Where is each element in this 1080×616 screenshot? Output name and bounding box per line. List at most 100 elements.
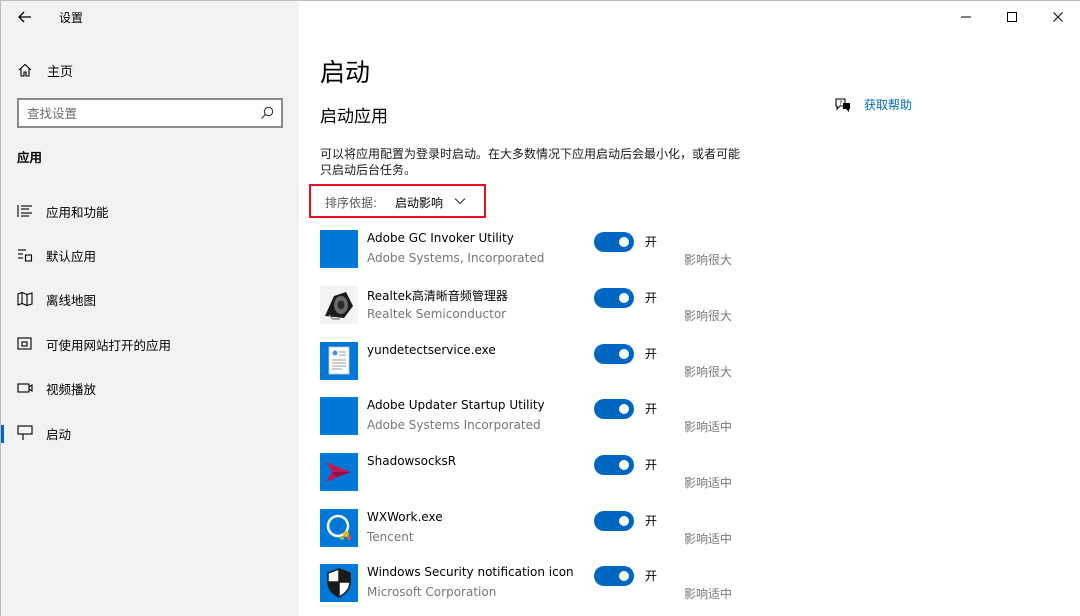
app-name: Adobe GC Invoker Utility [367, 231, 514, 245]
apps-features-icon [17, 205, 32, 217]
sort-dropdown[interactable]: 排序依据: 启动影响 [309, 184, 486, 218]
sidebar-item-label: 离线地图 [46, 293, 97, 308]
toggle-knob [619, 349, 629, 359]
close-button[interactable] [1035, 1, 1080, 33]
blank-tile-icon [320, 397, 358, 435]
startup-toggle[interactable] [594, 566, 634, 586]
toggle-knob [619, 516, 629, 526]
sidebar-item-label: 启动 [46, 427, 72, 442]
startup-impact: 影响适中 [684, 420, 733, 434]
back-button[interactable] [15, 7, 35, 27]
toggle-state: 开 [645, 569, 658, 583]
get-help-label: 获取帮助 [864, 98, 913, 112]
app-name: Realtek高清晰音频管理器 [367, 289, 508, 303]
sidebar-home-label: 主页 [47, 64, 74, 80]
sidebar-item-label: 应用和功能 [46, 205, 109, 220]
toggle-state: 开 [645, 458, 658, 472]
list-item: ShadowsocksR 开 影响适中 [320, 453, 760, 493]
settings-window: 设置 主页 应用 应用和功能 [0, 0, 1080, 616]
shield-icon [320, 564, 358, 602]
selected-indicator [1, 425, 4, 443]
list-item: yundetectservice.exe 开 影响很大 [320, 342, 760, 382]
toggle-state: 开 [645, 514, 658, 528]
startup-impact: 影响很大 [684, 253, 733, 267]
sidebar-item-apps-for-websites[interactable]: 可使用网站打开的应用 [1, 324, 299, 364]
description-text: 可以将应用配置为登录时启动。在大多数情况下应用启动后会最小化，或者可能只启动后台… [320, 147, 741, 177]
home-icon [18, 63, 32, 77]
startup-toggle[interactable] [594, 455, 634, 475]
get-help-link[interactable]: ? 获取帮助 [834, 96, 912, 113]
toggle-state: 开 [645, 347, 658, 361]
list-item: Realtek高清晰音频管理器 Realtek Semiconductor 开 … [320, 286, 760, 326]
minimize-button[interactable] [943, 1, 989, 33]
list-item: WXWork.exe Tencent 开 影响适中 [320, 509, 760, 549]
sidebar-item-default-apps[interactable]: 默认应用 [1, 235, 299, 275]
sidebar-item-video-playback[interactable]: 视频播放 [1, 368, 299, 408]
toggle-state: 开 [645, 402, 658, 416]
toggle-state: 开 [645, 235, 658, 249]
app-publisher: Realtek Semiconductor [367, 307, 507, 321]
sidebar-item-home[interactable]: 主页 [17, 59, 73, 81]
sort-label: 排序依据: [325, 196, 378, 210]
window-controls [943, 1, 1080, 33]
search-input[interactable] [19, 100, 249, 126]
apps-for-websites-icon [17, 337, 32, 350]
paper-plane-icon [320, 453, 358, 491]
sidebar: 设置 主页 应用 应用和功能 [1, 1, 299, 616]
sidebar-item-startup[interactable]: 启动 [1, 413, 299, 453]
sort-value: 启动影响 [395, 196, 444, 210]
app-publisher: Microsoft Corporation [367, 585, 497, 599]
page-title: 启动 [320, 58, 371, 87]
window-title: 设置 [59, 11, 84, 25]
speaker-icon [320, 286, 358, 324]
list-item: Windows Security notification icon Micro… [320, 564, 760, 604]
startup-impact: 影响很大 [684, 365, 733, 379]
app-publisher: Adobe Systems, Incorporated [367, 251, 545, 265]
search-box[interactable] [17, 98, 283, 128]
sidebar-item-apps-features[interactable]: 应用和功能 [1, 191, 299, 231]
sidebar-section-heading: 应用 [17, 150, 43, 165]
svg-text:?: ? [839, 100, 842, 107]
startup-toggle[interactable] [594, 399, 634, 419]
section-title: 启动应用 [320, 107, 388, 127]
toggle-knob [619, 460, 629, 470]
startup-toggle[interactable] [594, 288, 634, 308]
wxwork-icon [320, 509, 358, 547]
back-arrow-icon [18, 11, 31, 23]
startup-impact: 影响适中 [684, 587, 733, 601]
minimize-icon [961, 16, 971, 18]
search-icon[interactable] [259, 105, 275, 121]
list-item: Adobe GC Invoker Utility Adobe Systems, … [320, 230, 760, 270]
startup-toggle[interactable] [594, 511, 634, 531]
list-item: Adobe Updater Startup Utility Adobe Syst… [320, 397, 760, 437]
maximize-button[interactable] [989, 1, 1035, 33]
sidebar-item-label: 可使用网站打开的应用 [46, 338, 172, 353]
toggle-knob [619, 237, 629, 247]
toggle-knob [619, 404, 629, 414]
startup-impact: 影响适中 [684, 532, 733, 546]
app-publisher: Adobe Systems Incorporated [367, 418, 541, 432]
app-name: Windows Security notification icon [367, 565, 574, 579]
blank-tile-icon [320, 230, 358, 268]
video-playback-icon [17, 383, 33, 393]
toggle-knob [619, 293, 629, 303]
startup-impact: 影响适中 [684, 476, 733, 490]
app-name: ShadowsocksR [367, 454, 457, 468]
startup-toggle[interactable] [594, 344, 634, 364]
toggle-state: 开 [645, 291, 658, 305]
app-name: WXWork.exe [367, 510, 443, 524]
main-panel: 启动 启动应用 ? 获取帮助 可以将应用配置为登录时启动。在大多数情况下应用启动… [299, 1, 1080, 616]
startup-impact: 影响很大 [684, 309, 733, 323]
app-name: Adobe Updater Startup Utility [367, 398, 545, 412]
maximize-icon [1007, 12, 1017, 22]
offline-maps-icon [17, 291, 33, 307]
document-icon [320, 342, 358, 380]
startup-icon [17, 425, 33, 440]
sidebar-item-label: 视频播放 [46, 382, 97, 397]
help-chat-icon: ? [835, 97, 850, 112]
toggle-knob [619, 571, 629, 581]
app-publisher: Tencent [367, 530, 414, 544]
startup-toggle[interactable] [594, 232, 634, 252]
sidebar-item-label: 默认应用 [46, 249, 97, 264]
sidebar-item-offline-maps[interactable]: 离线地图 [1, 279, 299, 319]
